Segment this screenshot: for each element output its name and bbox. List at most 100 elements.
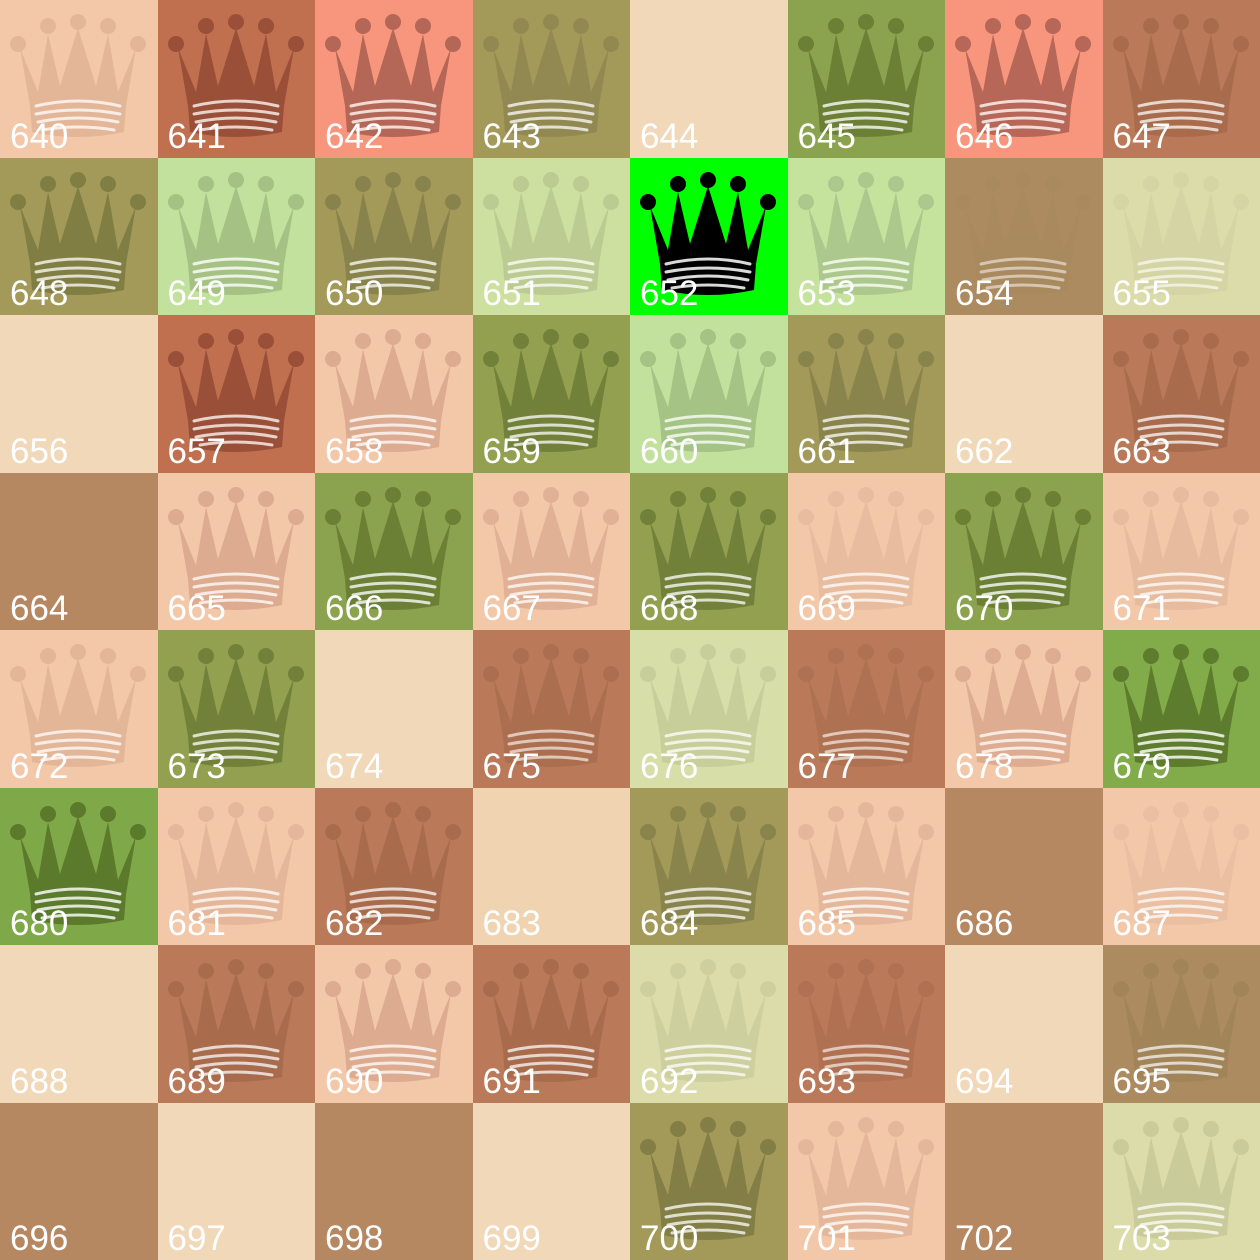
board-square[interactable]: 641 (157, 0, 315, 158)
square-number-label: 691 (482, 1061, 541, 1101)
board-square[interactable]: 664 (0, 472, 158, 630)
square-number-label: 672 (10, 746, 69, 786)
square-number-label: 655 (1112, 274, 1171, 313)
square-number-label: 685 (797, 904, 856, 943)
board-square[interactable]: 698 (315, 1102, 473, 1260)
square-number-label: 645 (797, 116, 856, 156)
board-square[interactable]: 691 (472, 945, 630, 1103)
board-square[interactable]: 700 (630, 1102, 788, 1260)
board-square[interactable]: 701 (787, 1102, 945, 1260)
board-square[interactable]: 643 (472, 0, 630, 158)
board-square[interactable]: 682 (315, 787, 473, 945)
board-square[interactable]: 687 (1102, 787, 1260, 945)
board-square[interactable]: 679 (1102, 630, 1260, 788)
board-square[interactable]: 672 (0, 630, 158, 788)
board-square[interactable]: 640 (0, 0, 158, 158)
board-square[interactable]: 665 (157, 472, 315, 630)
square-number-label: 660 (640, 431, 699, 471)
board-square[interactable]: 648 (0, 157, 158, 315)
square-number-label: 703 (1112, 1219, 1171, 1258)
square-number-label: 663 (1112, 431, 1171, 471)
board-square[interactable]: 656 (0, 315, 158, 473)
board-square[interactable]: 677 (787, 630, 945, 788)
board-square[interactable]: 670 (945, 472, 1103, 630)
board-square[interactable]: 662 (945, 315, 1103, 473)
square-number-label: 661 (797, 431, 856, 471)
board-square[interactable]: 689 (157, 945, 315, 1103)
board-square[interactable]: 678 (945, 630, 1103, 788)
board-square[interactable]: 645 (787, 0, 945, 158)
board-square[interactable]: 655 (1102, 157, 1260, 315)
board-square[interactable]: 669 (787, 472, 945, 630)
square-number-label: 642 (325, 116, 384, 156)
square-number-label: 652 (640, 274, 699, 313)
board-square[interactable]: 653 (787, 157, 945, 315)
board-square[interactable]: 642 (315, 0, 473, 158)
square-number-label: 657 (167, 431, 226, 471)
square-number-label: 651 (482, 274, 541, 313)
board-square[interactable]: 690 (315, 945, 473, 1103)
board-square[interactable]: 651 (472, 157, 630, 315)
board-square[interactable]: 647 (1102, 0, 1260, 158)
board-square[interactable]: 699 (472, 1102, 630, 1260)
square-number-label: 677 (797, 746, 856, 786)
board-square[interactable]: 673 (157, 630, 315, 788)
board-square[interactable]: 658 (315, 315, 473, 473)
square-number-label: 654 (955, 274, 1014, 313)
board-square[interactable]: 649 (157, 157, 315, 315)
board-square[interactable]: 696 (0, 1102, 158, 1260)
board-square[interactable]: 694 (945, 945, 1103, 1103)
square-number-label: 701 (797, 1219, 856, 1258)
board-square[interactable]: 680 (0, 787, 158, 945)
board-square[interactable]: 685 (787, 787, 945, 945)
square-number-label: 698 (325, 1219, 384, 1258)
board-square[interactable]: 703 (1102, 1102, 1260, 1260)
square-number-label: 648 (10, 274, 69, 313)
board-square[interactable]: 668 (630, 472, 788, 630)
board-square[interactable]: 674 (315, 630, 473, 788)
square-number-label: 697 (167, 1219, 226, 1258)
board-square[interactable]: 659 (472, 315, 630, 473)
board-square[interactable]: 671 (1102, 472, 1260, 630)
square-number-label: 646 (955, 116, 1014, 156)
board-square[interactable]: 681 (157, 787, 315, 945)
board-square[interactable]: 688 (0, 945, 158, 1103)
square-number-label: 675 (482, 746, 541, 786)
board-square[interactable]: 663 (1102, 315, 1260, 473)
square-number-label: 674 (325, 746, 384, 786)
square-number-label: 688 (10, 1061, 69, 1101)
board-square[interactable]: 695 (1102, 945, 1260, 1103)
board-square[interactable]: 675 (472, 630, 630, 788)
board-square[interactable]: 646 (945, 0, 1103, 158)
board-square[interactable]: 683 (472, 787, 630, 945)
square-number-label: 662 (955, 431, 1014, 471)
board-square[interactable]: 654 (945, 157, 1103, 315)
square-number-label: 665 (167, 589, 226, 628)
square-number-label: 682 (325, 904, 384, 943)
square-number-label: 684 (640, 904, 699, 943)
square-number-label: 690 (325, 1061, 384, 1101)
board-square[interactable]: 692 (630, 945, 788, 1103)
square-number-label: 668 (640, 589, 699, 628)
square-number-label: 680 (10, 904, 69, 943)
board-square[interactable]: 697 (157, 1102, 315, 1260)
board-square[interactable]: 644 (630, 0, 788, 158)
board-square[interactable]: 652 (630, 157, 788, 315)
square-number-label: 700 (640, 1219, 699, 1258)
board-square[interactable]: 667 (472, 472, 630, 630)
square-number-label: 676 (640, 746, 699, 786)
board-square[interactable]: 702 (945, 1102, 1103, 1260)
square-number-label: 644 (640, 116, 699, 156)
board-square[interactable]: 686 (945, 787, 1103, 945)
board-square[interactable]: 661 (787, 315, 945, 473)
board-square[interactable]: 676 (630, 630, 788, 788)
square-number-label: 692 (640, 1061, 699, 1101)
square-number-label: 664 (10, 589, 69, 628)
square-number-label: 702 (955, 1219, 1014, 1258)
board-square[interactable]: 693 (787, 945, 945, 1103)
board-square[interactable]: 650 (315, 157, 473, 315)
board-square[interactable]: 660 (630, 315, 788, 473)
board-square[interactable]: 666 (315, 472, 473, 630)
board-square[interactable]: 657 (157, 315, 315, 473)
board-square[interactable]: 684 (630, 787, 788, 945)
